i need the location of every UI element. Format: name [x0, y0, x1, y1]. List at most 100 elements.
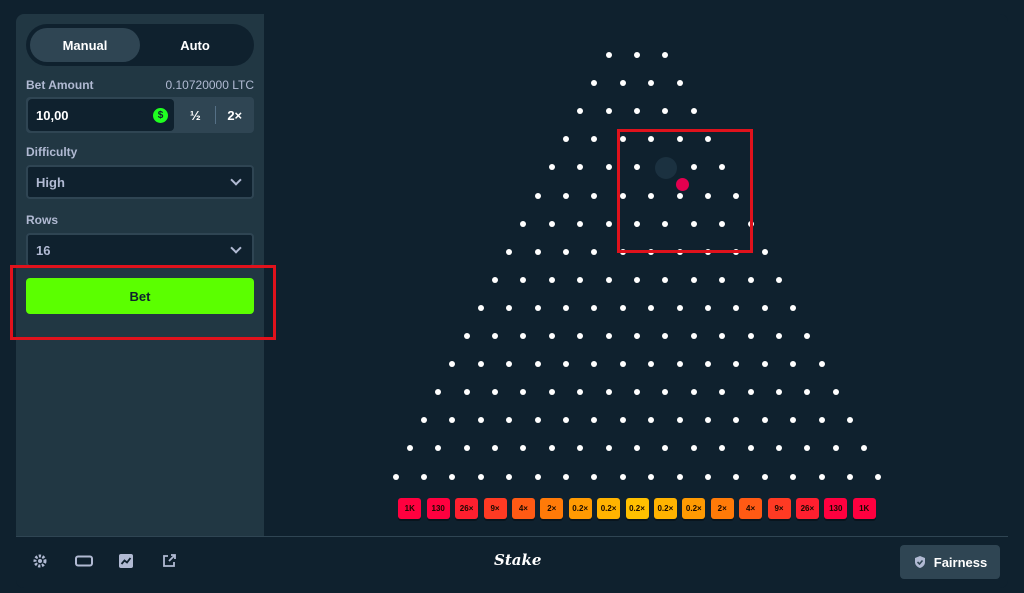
half-bet-button[interactable]: ½: [176, 97, 215, 133]
peg: [591, 192, 598, 199]
highlight-box-ball: [617, 129, 753, 253]
peg: [662, 52, 669, 58]
peg: [690, 445, 697, 452]
peg: [520, 445, 527, 452]
peg: [563, 361, 569, 368]
peg: [577, 164, 584, 171]
multiplier-bucket: 0.2×: [653, 498, 677, 519]
bet-amount-label-row: Bet Amount 0.10720000 LTC: [26, 78, 254, 92]
peg: [761, 473, 768, 480]
bet-amount-group: 10,00 $ ½ 2×: [26, 97, 254, 133]
peg: [492, 389, 498, 396]
theatre-mode-icon[interactable]: [74, 551, 94, 571]
peg: [577, 108, 584, 115]
peg: [591, 417, 598, 424]
peg: [520, 333, 527, 339]
peg: [563, 248, 569, 255]
peg: [648, 361, 655, 368]
peg: [492, 276, 498, 283]
peg: [690, 108, 697, 115]
peg: [591, 136, 598, 143]
difficulty-label: Difficulty: [26, 145, 78, 159]
peg: [591, 80, 598, 87]
peg: [477, 304, 484, 311]
balance-value: 0.10720000 LTC: [165, 78, 254, 92]
peg: [875, 473, 882, 480]
peg: [577, 333, 584, 339]
peg: [577, 389, 584, 396]
peg: [520, 220, 527, 227]
peg: [435, 445, 442, 452]
peg: [747, 333, 754, 339]
peg: [761, 417, 768, 424]
plinko-board: 1K 130 26× 9× 4× 2× 0.2× 0.2× 0.2× 0.2× 0.2× 2× 4× 9×…: [264, 14, 1008, 536]
peg: [534, 248, 541, 255]
peg: [548, 389, 555, 396]
peg: [506, 417, 513, 424]
shield-check-icon: [914, 556, 925, 568]
multiplier-bucket: 0.2×: [625, 498, 649, 519]
peg: [605, 333, 612, 339]
peg: [605, 445, 612, 452]
peg: [563, 192, 569, 199]
peg: [790, 473, 797, 480]
stake-logo: Stake: [494, 551, 542, 569]
peg: [463, 389, 470, 396]
peg: [548, 276, 555, 283]
peg: [548, 445, 555, 452]
peg: [577, 445, 584, 452]
multiplier-bucket: 1K: [852, 498, 876, 519]
stats-icon[interactable]: [116, 551, 136, 571]
peg: [634, 445, 640, 452]
multiplier-bucket: 26×: [795, 498, 819, 519]
peg: [619, 473, 626, 480]
peg: [534, 361, 541, 368]
peg: [719, 276, 726, 283]
double-bet-button[interactable]: 2×: [216, 97, 255, 133]
peg: [506, 248, 513, 255]
peg: [421, 417, 427, 424]
peg: [705, 473, 711, 480]
fairness-button[interactable]: Fairness: [900, 545, 1000, 579]
peg: [577, 276, 584, 283]
multiplier-bucket: 130: [426, 498, 450, 519]
peg: [506, 304, 513, 311]
peg: [747, 389, 754, 396]
difficulty-select[interactable]: High: [26, 165, 254, 199]
bet-amount-value: 10,00: [36, 107, 69, 123]
multiplier-bucket: 0.2×: [568, 498, 592, 519]
peg: [506, 361, 513, 368]
popout-icon[interactable]: [159, 551, 179, 571]
peg: [747, 445, 754, 452]
gear-icon[interactable]: [30, 551, 50, 571]
peg: [733, 361, 740, 368]
rows-value: 16: [36, 242, 51, 258]
peg: [648, 417, 655, 424]
peg: [605, 108, 612, 115]
peg: [463, 333, 470, 339]
footer-bar: Stake Fairness: [16, 536, 1008, 588]
multiplier-bucket: 2×: [710, 498, 734, 519]
tab-auto[interactable]: Auto: [140, 28, 250, 62]
peg: [605, 164, 612, 171]
peg: [690, 389, 697, 396]
peg: [634, 389, 640, 396]
peg: [832, 445, 839, 452]
peg: [719, 389, 726, 396]
peg: [563, 304, 569, 311]
peg: [534, 473, 541, 480]
chevron-down-icon: [230, 174, 242, 186]
multiplier-bucket: 4×: [739, 498, 763, 519]
peg: [690, 276, 697, 283]
peg: [634, 108, 640, 115]
peg: [563, 417, 569, 424]
rows-select[interactable]: 16: [26, 233, 254, 267]
tab-manual[interactable]: Manual: [30, 28, 140, 62]
multiplier-bucket: 9×: [767, 498, 791, 519]
rows-label-row: Rows: [26, 213, 254, 227]
peg: [619, 361, 626, 368]
peg: [804, 389, 811, 396]
peg: [790, 304, 797, 311]
peg: [662, 333, 669, 339]
bet-amount-input[interactable]: 10,00 $: [28, 99, 174, 131]
